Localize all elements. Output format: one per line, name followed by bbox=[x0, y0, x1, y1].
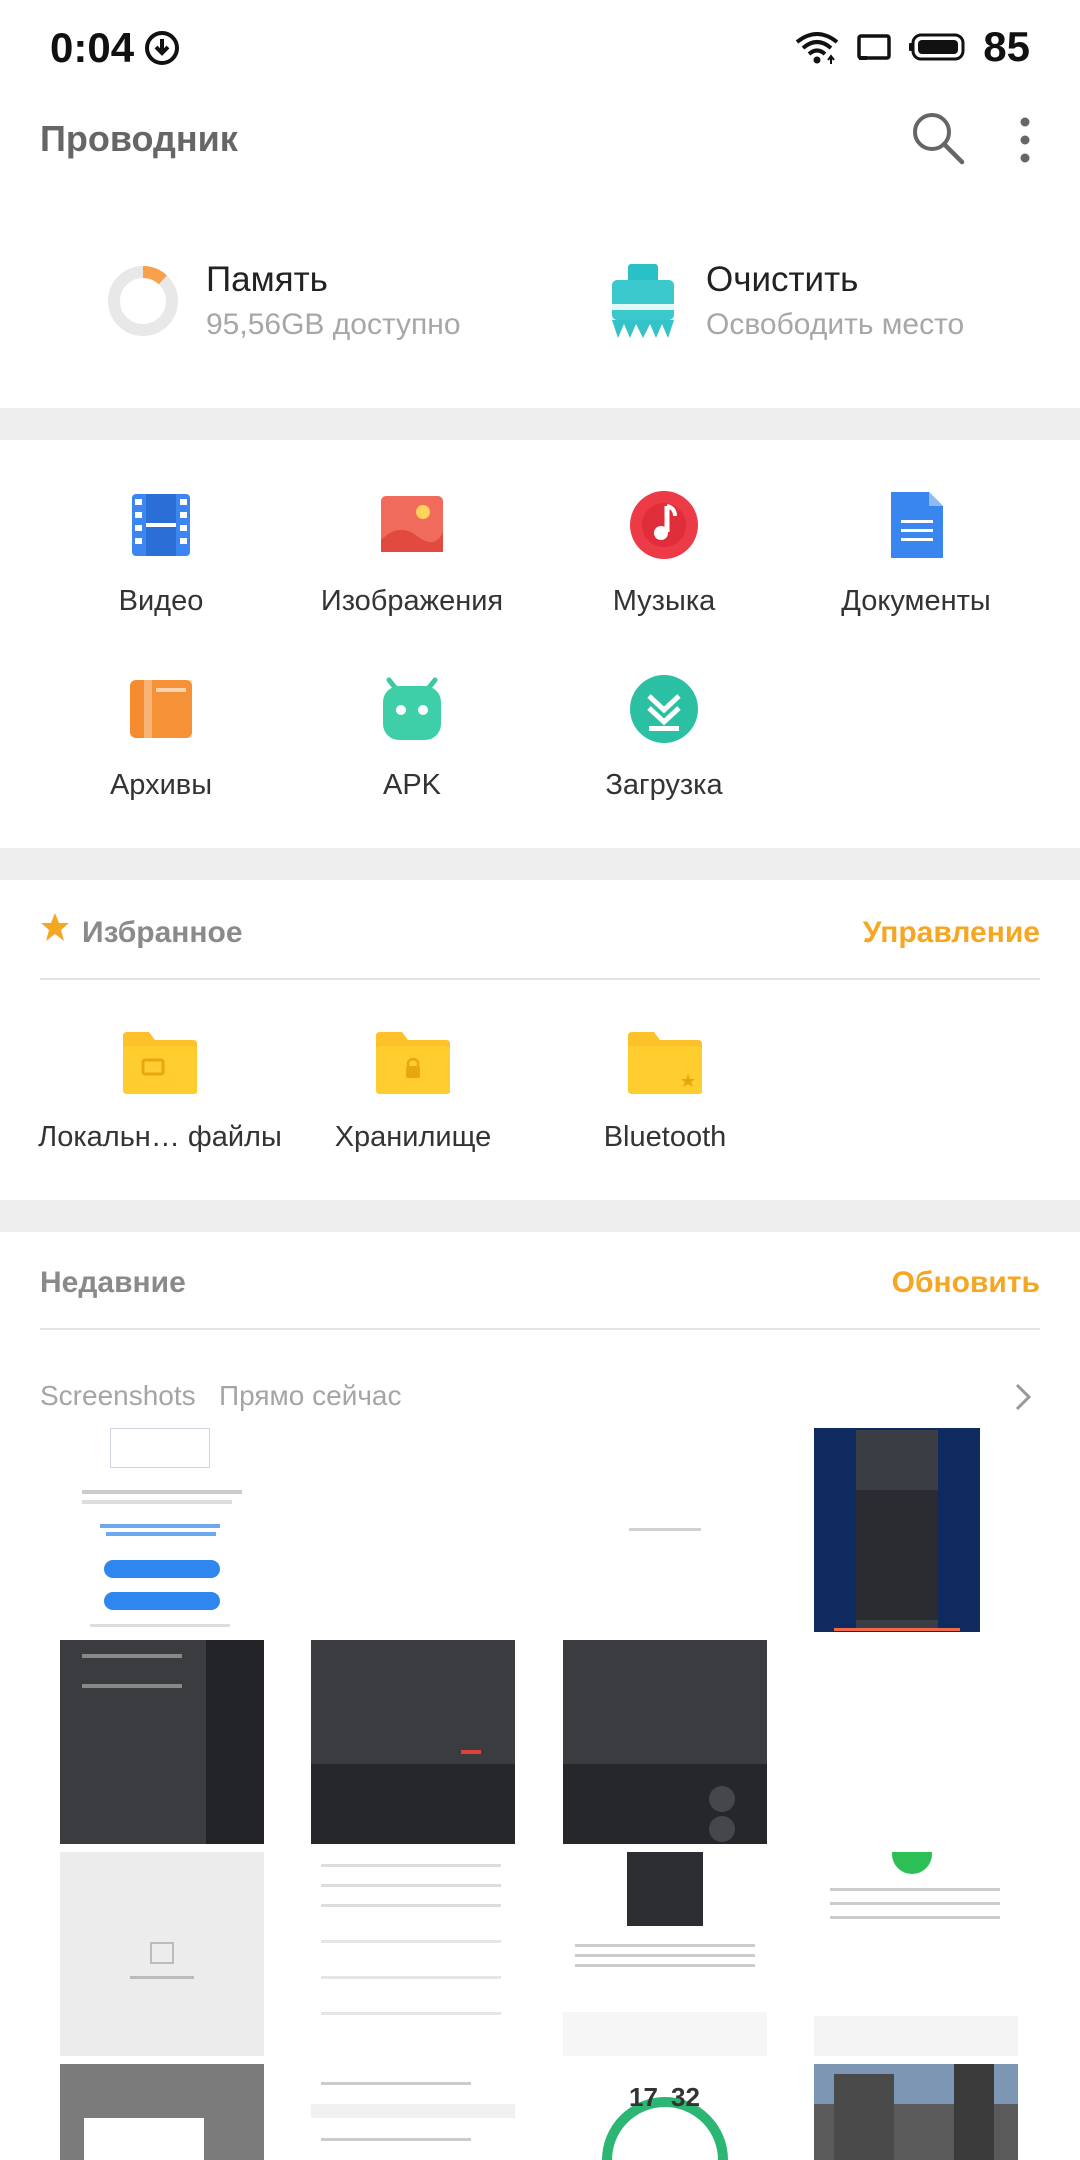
thumbnail[interactable] bbox=[60, 1852, 264, 2056]
favorite-bluetooth[interactable]: Bluetooth bbox=[535, 1030, 795, 1154]
category-label: Музыка bbox=[612, 585, 716, 617]
clean-brush-icon bbox=[612, 264, 674, 338]
status-bar: 0:04 85 bbox=[0, 0, 1080, 96]
category-archives[interactable]: Архивы bbox=[36, 674, 286, 802]
category-label: Загрузка bbox=[605, 769, 723, 801]
thumbnail[interactable] bbox=[563, 1428, 767, 1632]
favorite-local-files[interactable]: Локальн… файлы bbox=[30, 1030, 290, 1154]
search-icon[interactable] bbox=[910, 110, 966, 166]
star-icon bbox=[41, 913, 69, 941]
favorite-storage[interactable]: Хранилище bbox=[283, 1030, 543, 1154]
app-bar: Проводник bbox=[0, 96, 1080, 186]
category-documents[interactable]: Документы bbox=[791, 490, 1041, 618]
archive-icon bbox=[130, 680, 192, 738]
more-vert-icon[interactable] bbox=[1010, 112, 1040, 168]
favorite-label: Хранилище bbox=[334, 1121, 492, 1153]
cleanup-title: Очистить bbox=[706, 260, 859, 299]
folder-local-icon bbox=[123, 1032, 197, 1094]
favorites-title: Избранное bbox=[82, 916, 243, 949]
divider bbox=[0, 848, 1080, 880]
thumbnail[interactable] bbox=[311, 1640, 515, 1844]
storage-ring-icon bbox=[108, 266, 178, 336]
category-label: Документы bbox=[841, 585, 991, 617]
thumbnail[interactable] bbox=[814, 1428, 1018, 1632]
thumbnail-timer[interactable]: 17 32 bbox=[563, 2064, 767, 2160]
video-icon bbox=[132, 494, 190, 556]
favorite-label: Локальн… файлы bbox=[38, 1121, 282, 1153]
category-music[interactable]: Музыка bbox=[539, 490, 789, 618]
category-downloads[interactable]: Загрузка bbox=[539, 674, 789, 802]
cleanup-subtitle: Освободить место bbox=[706, 308, 965, 341]
recent-title: Недавние bbox=[40, 1266, 186, 1299]
category-label: Изображения bbox=[320, 585, 504, 617]
favorite-label: Bluetooth bbox=[603, 1121, 727, 1153]
folder-star-icon bbox=[628, 1032, 702, 1094]
thumbnail[interactable] bbox=[563, 1852, 767, 2056]
document-icon bbox=[891, 492, 943, 558]
thumbnail[interactable] bbox=[814, 1640, 1018, 1844]
screen-cast-icon bbox=[857, 34, 892, 60]
category-video[interactable]: Видео bbox=[36, 490, 286, 618]
storage-section: Память 95,56GB доступно Очистить Освобод… bbox=[0, 220, 1080, 370]
memory-title: Память bbox=[206, 260, 328, 299]
category-apk[interactable]: APK bbox=[287, 674, 537, 802]
manage-button[interactable]: Управление bbox=[863, 916, 1040, 950]
memory-available: 95,56GB доступно bbox=[206, 308, 461, 341]
thumbnail-photo[interactable] bbox=[814, 2064, 1018, 2160]
image-icon bbox=[381, 496, 443, 552]
thumbnail[interactable] bbox=[60, 1640, 264, 1844]
cleanup-card[interactable]: Очистить Освободить место bbox=[606, 250, 1026, 350]
timer-minutes: 32 bbox=[671, 2082, 700, 2112]
favorites-header: Избранное Управление bbox=[40, 890, 1040, 980]
category-label: Архивы bbox=[109, 769, 213, 801]
timer-ring-icon bbox=[602, 2097, 728, 2160]
thumbnail[interactable] bbox=[60, 1428, 264, 1632]
divider bbox=[0, 1200, 1080, 1232]
battery-icon bbox=[909, 33, 965, 61]
memory-card[interactable]: Память 95,56GB доступно bbox=[100, 250, 520, 350]
wifi-icon bbox=[796, 32, 839, 64]
status-time: 0:04 bbox=[50, 24, 135, 71]
battery-level: 85 bbox=[983, 23, 1030, 70]
download-icon bbox=[630, 675, 698, 743]
folder-lock-icon bbox=[376, 1032, 450, 1094]
category-images[interactable]: Изображения bbox=[287, 490, 537, 618]
page-title: Проводник bbox=[40, 118, 238, 159]
thumbnail[interactable] bbox=[311, 1852, 515, 2056]
category-label: APK bbox=[382, 769, 442, 801]
recent-folder-name: Screenshots Прямо сейчас bbox=[40, 1380, 402, 1411]
thumbnail[interactable] bbox=[311, 1428, 515, 1632]
download-status-icon bbox=[145, 31, 179, 65]
music-icon bbox=[630, 491, 698, 559]
android-icon bbox=[383, 677, 441, 740]
timer-hours: 17 bbox=[629, 2082, 658, 2112]
chevron-right-icon bbox=[1015, 1383, 1032, 1411]
thumbnail[interactable] bbox=[60, 2064, 264, 2160]
thumbnail[interactable] bbox=[563, 1640, 767, 1844]
recent-time: Прямо сейчас bbox=[218, 1380, 402, 1411]
thumbnail[interactable] bbox=[311, 2064, 515, 2160]
refresh-button[interactable]: Обновить bbox=[892, 1266, 1040, 1300]
thumbnail[interactable] bbox=[814, 1852, 1018, 2056]
recent-header: Недавние Обновить bbox=[40, 1240, 1040, 1330]
divider bbox=[0, 408, 1080, 440]
category-label: Видео bbox=[118, 585, 204, 617]
